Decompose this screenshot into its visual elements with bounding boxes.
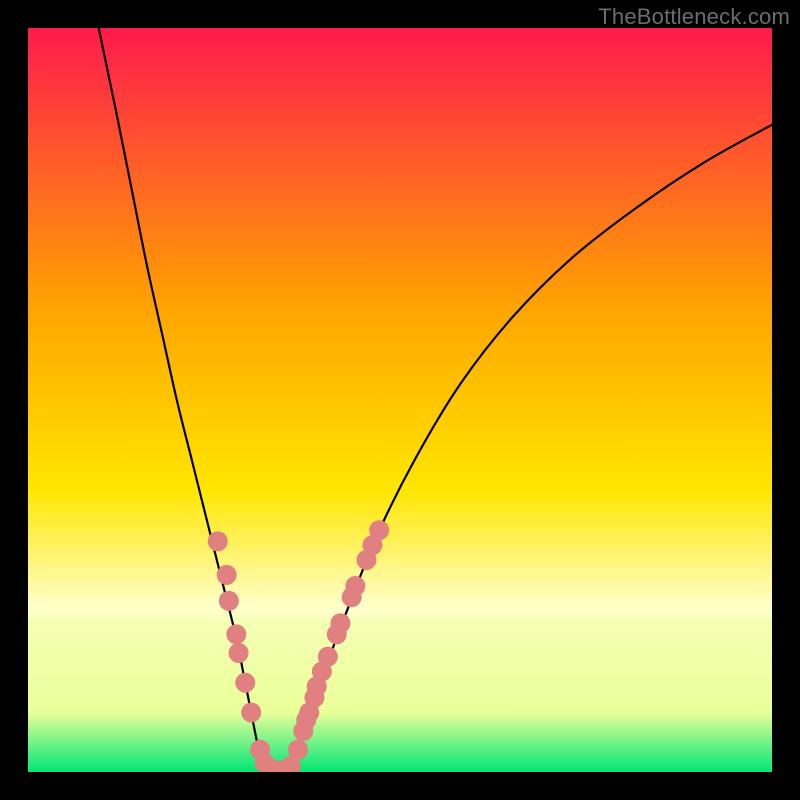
plot-area	[28, 28, 772, 772]
gradient-bg	[28, 28, 772, 772]
data-marker	[288, 740, 308, 760]
data-marker	[241, 702, 261, 722]
data-marker	[330, 613, 350, 633]
data-marker	[217, 565, 237, 585]
data-marker	[318, 647, 338, 667]
data-marker	[369, 520, 389, 540]
data-marker	[229, 643, 249, 663]
chart-frame: TheBottleneck.com	[0, 0, 800, 800]
plot-svg	[28, 28, 772, 772]
watermark-text: TheBottleneck.com	[598, 4, 790, 30]
data-marker	[219, 591, 239, 611]
data-marker	[226, 624, 246, 644]
data-marker	[235, 673, 255, 693]
data-marker	[208, 531, 228, 551]
data-marker	[345, 576, 365, 596]
